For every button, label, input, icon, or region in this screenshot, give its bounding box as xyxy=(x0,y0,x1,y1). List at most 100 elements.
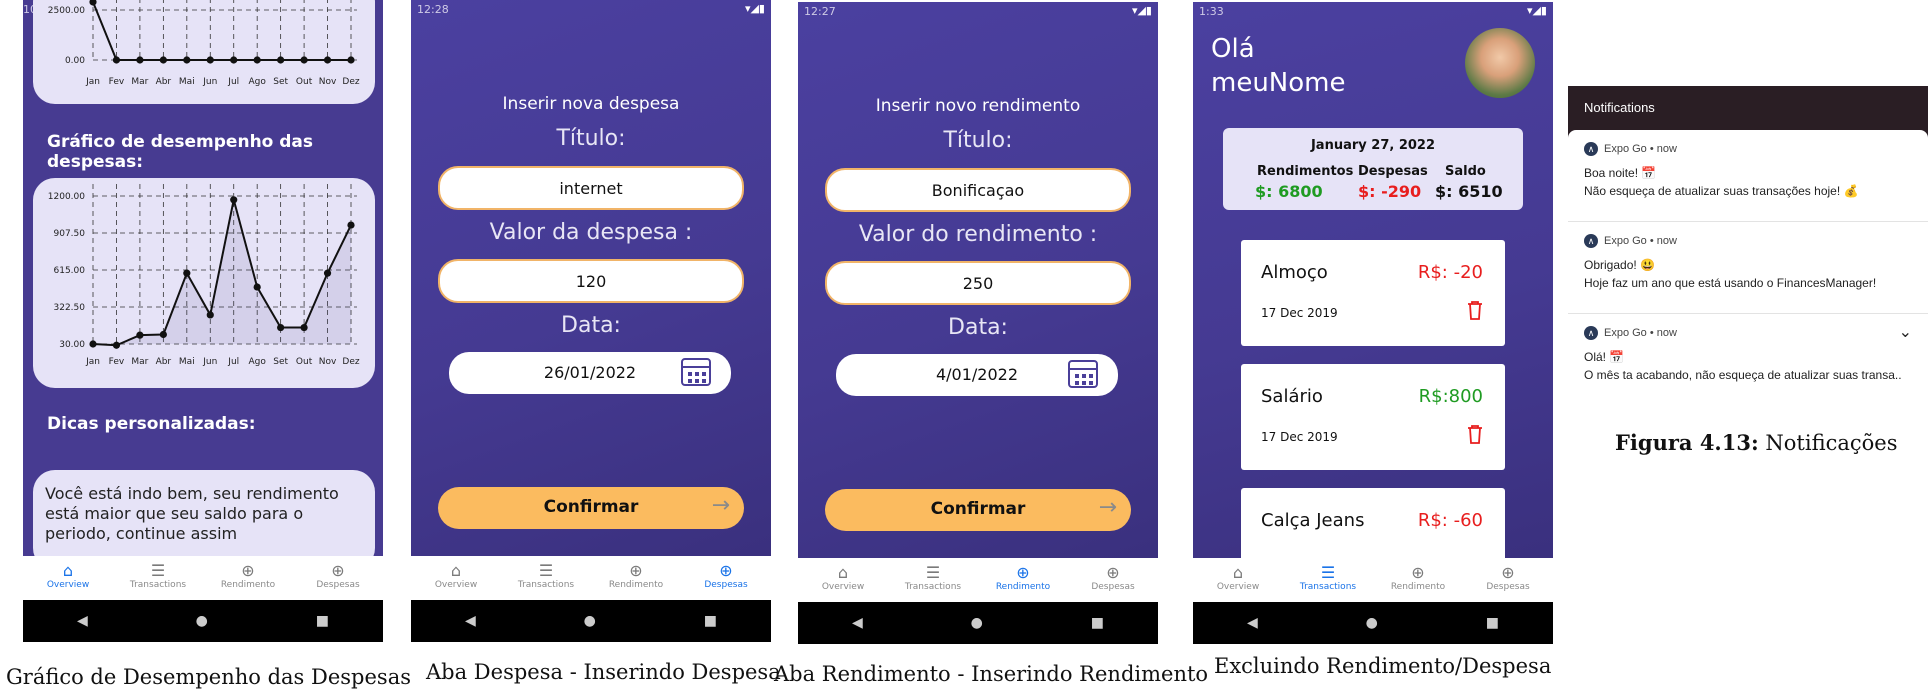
nav-transactions[interactable]: ☰ Transactions xyxy=(888,558,978,602)
recent-apps-icon[interactable]: ■ xyxy=(316,613,329,629)
home-icon: ⌂ xyxy=(837,563,849,582)
x-tick-label: Set xyxy=(273,357,288,367)
nav-despesas[interactable]: ⊕ Despesas xyxy=(293,556,383,600)
transaction-card[interactable]: Salário R$:800 17 Dec 2019 xyxy=(1241,364,1505,470)
back-icon[interactable]: ◀ xyxy=(77,613,88,629)
list-icon: ☰ xyxy=(925,563,941,582)
add-circle-icon: ⊕ xyxy=(629,561,643,580)
back-icon[interactable]: ◀ xyxy=(465,613,476,629)
nav-overview[interactable]: ⌂ Overview xyxy=(1193,558,1283,602)
x-tick-label: Ago xyxy=(248,77,266,87)
add-filled-icon: ⊕ xyxy=(719,561,733,580)
title-input[interactable]: internet xyxy=(438,166,744,210)
date-input[interactable]: 26/01/2022 xyxy=(449,352,731,394)
home-icon: ⌂ xyxy=(450,561,462,580)
expo-go-icon: ∧ xyxy=(1584,142,1598,156)
notification-item[interactable]: ∧ Expo Go • now Boa noite! 📅 Não esqueça … xyxy=(1568,130,1928,222)
date-label: Data: xyxy=(948,315,1008,340)
back-icon[interactable]: ◀ xyxy=(852,615,863,631)
nav-overview[interactable]: ⌂ Overview xyxy=(23,556,113,600)
transaction-card[interactable]: Almoço R$: -20 17 Dec 2019 xyxy=(1241,240,1505,346)
home-circle-icon[interactable]: ● xyxy=(196,613,208,629)
home-circle-icon[interactable]: ● xyxy=(971,615,983,631)
system-nav-bar: ◀ ● ■ xyxy=(23,600,383,642)
recent-apps-icon[interactable]: ■ xyxy=(704,613,717,629)
amount-input[interactable]: 250 xyxy=(825,261,1131,305)
transaction-name: Salário xyxy=(1261,386,1323,407)
expense-chart-title: Gráfico de desempenho das despesas: xyxy=(47,132,314,172)
nav-rendimento[interactable]: ⊕ Rendimento xyxy=(591,556,681,600)
nav-rendimento[interactable]: ⊕ Rendimento xyxy=(203,556,293,600)
x-tick-label: Abr xyxy=(156,77,172,87)
chevron-down-icon[interactable]: ⌄ xyxy=(1899,322,1912,342)
nav-overview-label: Overview xyxy=(821,582,865,592)
nav-despesas[interactable]: ⊕ Despesas xyxy=(1463,558,1553,602)
list-icon: ☰ xyxy=(1320,563,1336,582)
home-circle-icon[interactable]: ● xyxy=(1366,615,1378,631)
nav-overview[interactable]: ⌂ Overview xyxy=(411,556,501,600)
nav-transactions[interactable]: ☰ Transactions xyxy=(113,556,203,600)
y-tick-label: 615.00 xyxy=(54,266,86,276)
calendar-icon[interactable] xyxy=(681,358,711,386)
status-bar: 12:28 ▾◢▮ xyxy=(411,0,771,20)
nav-overview[interactable]: ⌂ Overview xyxy=(798,558,888,602)
system-nav-bar: ◀ ● ■ xyxy=(798,602,1158,644)
notification-item[interactable]: ∧ Expo Go • now Obrigado! 😃 Hoje faz um a… xyxy=(1568,222,1928,314)
list-icon: ☰ xyxy=(538,561,554,580)
x-tick-label: Mar xyxy=(131,77,148,87)
y-tick-label: 322.50 xyxy=(54,303,86,313)
nav-transactions[interactable]: ☰ Transactions xyxy=(1283,558,1373,602)
nav-despesas-label: Despesas xyxy=(1091,582,1135,592)
nav-rendimento[interactable]: ⊕ Rendimento xyxy=(1373,558,1463,602)
confirm-label: Confirmar xyxy=(543,497,639,517)
status-time: 12:28 xyxy=(417,3,449,16)
bottom-nav: ⌂ Overview ☰ Transactions ⊕ Rendimento ⊕ Des… xyxy=(23,556,383,600)
nav-despesas-label: Despesas xyxy=(704,580,748,590)
add-filled-icon: ⊕ xyxy=(1106,563,1120,582)
trash-icon[interactable] xyxy=(1467,300,1483,320)
nav-rendimento[interactable]: ⊕ Rendimento xyxy=(978,558,1068,602)
bottom-nav: ⌂ Overview ☰ Transactions ⊕ Rendimento ⊕ Des… xyxy=(798,558,1158,602)
status-icons: ▾◢▮ xyxy=(1526,4,1547,17)
back-icon[interactable]: ◀ xyxy=(1247,615,1258,631)
notification-title: Olá! 📅 xyxy=(1584,350,1625,364)
income-chart-card: 2500.00 0.00 Jan Fev Mar Abr Mai Jun Jul Ago Set Ou… xyxy=(33,0,375,104)
nav-transactions[interactable]: ☰ Transactions xyxy=(501,556,591,600)
caption-1: Gráfico de Desempenho das Despesas xyxy=(6,665,411,689)
nav-rendimento-label: Rendimento xyxy=(608,580,664,590)
status-icons: ▾◢▮ xyxy=(744,2,765,15)
data-point xyxy=(159,330,167,339)
income-label: Rendimentos xyxy=(1257,164,1354,179)
data-point xyxy=(159,56,167,64)
nav-rendimento-label: Rendimento xyxy=(1390,582,1446,592)
notification-body: Não esqueça de atualizar suas transações… xyxy=(1584,184,1859,198)
trash-icon[interactable] xyxy=(1467,424,1483,444)
nav-despesas[interactable]: ⊕ Despesas xyxy=(681,556,771,600)
nav-despesas[interactable]: ⊕ Despesas xyxy=(1068,558,1158,602)
home-circle-icon[interactable]: ● xyxy=(584,613,596,629)
caption-5-text: Notificações xyxy=(1758,431,1898,455)
data-point xyxy=(112,341,121,349)
date-input[interactable]: 4/01/2022 xyxy=(836,354,1118,396)
x-tick-label: Fev xyxy=(109,357,125,367)
x-tick-label: Fev xyxy=(109,77,125,87)
confirm-button[interactable]: Confirmar → xyxy=(438,487,744,529)
avatar[interactable] xyxy=(1465,28,1535,98)
y-tick-label: 30.00 xyxy=(59,340,85,350)
title-input[interactable]: Bonificaçao xyxy=(825,168,1131,212)
x-tick-label: Jul xyxy=(227,357,239,367)
nav-overview-label: Overview xyxy=(1216,582,1260,592)
nav-rendimento-label: Rendimento xyxy=(220,580,276,590)
calendar-icon[interactable] xyxy=(1068,360,1098,388)
notification-item[interactable]: ∧ Expo Go • now ⌄ Olá! 📅 O mês ta acaband… xyxy=(1568,314,1928,406)
add-circle-icon: ⊕ xyxy=(1411,563,1425,582)
recent-apps-icon[interactable]: ■ xyxy=(1091,615,1104,631)
recent-apps-icon[interactable]: ■ xyxy=(1486,615,1499,631)
data-point xyxy=(136,56,144,64)
amount-input[interactable]: 120 xyxy=(438,259,744,303)
confirm-button[interactable]: Confirmar → xyxy=(825,489,1131,531)
list-icon: ☰ xyxy=(150,561,166,580)
amount-label: Valor da despesa : xyxy=(489,220,693,245)
nav-despesas-label: Despesas xyxy=(316,580,360,590)
tips-title: Dicas personalizadas: xyxy=(47,414,256,434)
